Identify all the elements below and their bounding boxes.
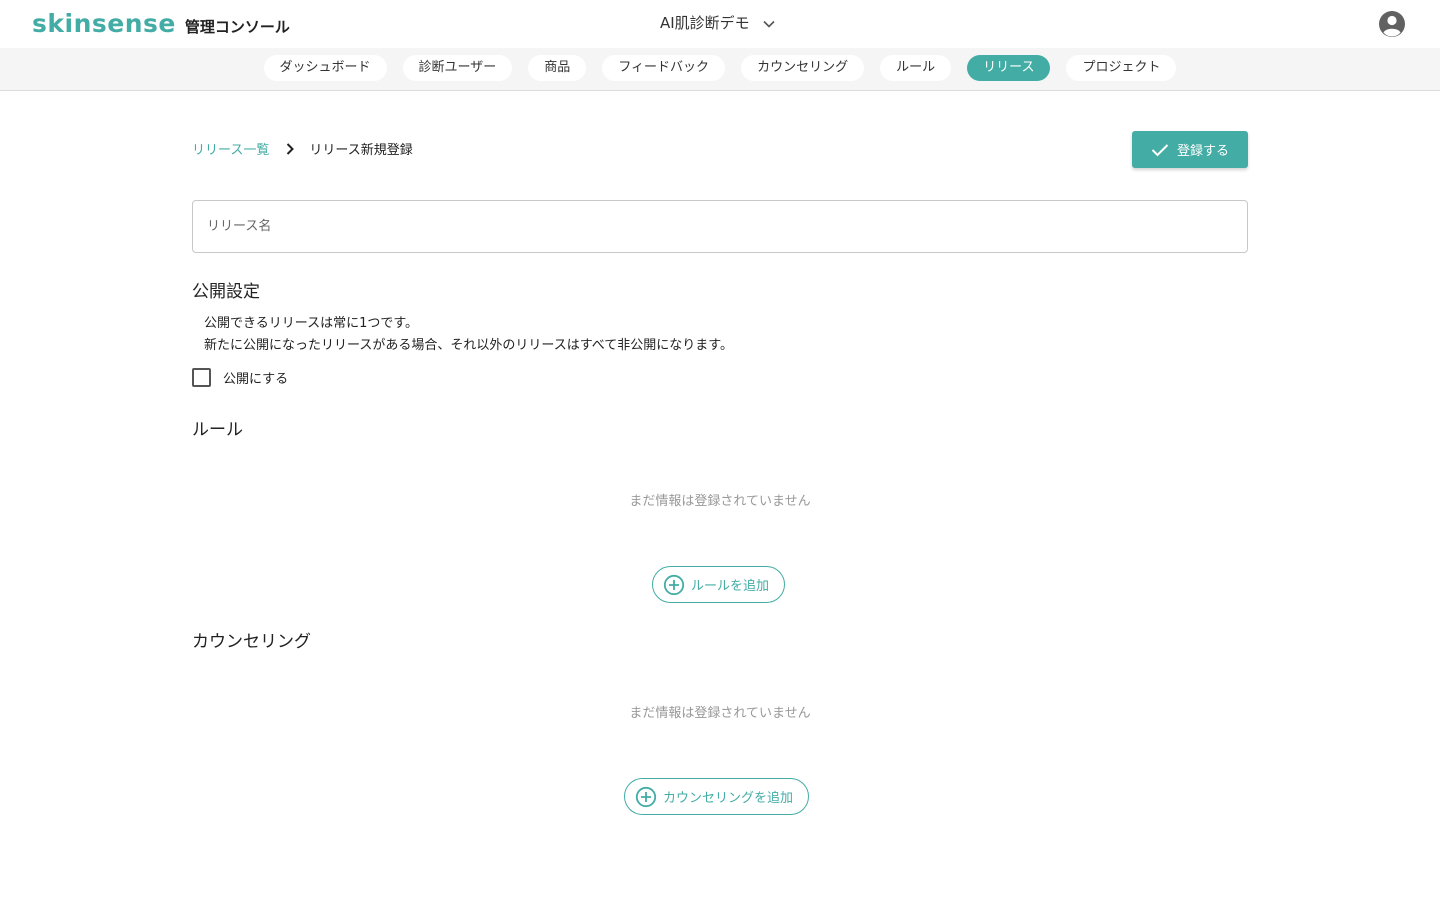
- rules-section-title: ルール: [192, 420, 243, 440]
- add-rule-button[interactable]: ルールを追加: [652, 566, 786, 603]
- brand[interactable]: skinsense 管理コンソール: [32, 9, 290, 38]
- tab-2[interactable]: 商品: [528, 55, 587, 81]
- publish-checkbox-label: 公開にする: [223, 372, 289, 387]
- add-circle-icon: [663, 574, 685, 595]
- add-circle-icon: [635, 786, 657, 807]
- counseling-section-title: カウンセリング: [192, 632, 311, 652]
- publish-notice: 公開できるリリースは常に1つです。 新たに公開になったリリースがある場合、それ以…: [204, 313, 733, 357]
- tab-7[interactable]: プロジェクト: [1066, 55, 1177, 81]
- publish-notice-line1: 公開できるリリースは常に1つです。: [204, 316, 419, 331]
- brand-logo[interactable]: skinsense: [32, 9, 176, 38]
- register-button-label: 登録する: [1176, 143, 1229, 158]
- publish-checkbox[interactable]: [192, 368, 211, 387]
- chevron-down-icon: [762, 16, 776, 30]
- app-header: skinsense 管理コンソール AI肌診断デモ: [0, 0, 1440, 48]
- tab-1[interactable]: 診断ユーザー: [402, 55, 513, 81]
- chevron-right-icon: [285, 142, 295, 156]
- check-icon: [1151, 143, 1169, 156]
- publish-settings-title: 公開設定: [192, 282, 260, 302]
- rules-empty-message: まだ情報は登録されていません: [629, 494, 811, 509]
- tab-3[interactable]: フィードバック: [602, 55, 726, 81]
- main-nav: ダッシュボード 診断ユーザー 商品 フィードバック カウンセリング ルール リリース プロジェ…: [0, 48, 1440, 91]
- publish-notice-line2: 新たに公開になったリリースがある場合、それ以外のリリースはすべて非公開になります…: [204, 338, 733, 353]
- add-counseling-button[interactable]: カウンセリングを追加: [624, 778, 810, 815]
- console-title: 管理コンソール: [184, 18, 290, 36]
- release-name-input[interactable]: [192, 200, 1248, 253]
- tab-0[interactable]: ダッシュボード: [263, 55, 387, 81]
- tab-6[interactable]: リリース: [967, 55, 1051, 81]
- nav-tabs: ダッシュボード 診断ユーザー 商品 フィードバック カウンセリング ルール リリース プロジェ…: [0, 55, 1440, 81]
- tab-4[interactable]: カウンセリング: [741, 55, 865, 81]
- project-name: AI肌診断デモ: [660, 14, 750, 32]
- publish-checkbox-row[interactable]: 公開にする: [192, 368, 288, 387]
- breadcrumb: リリース一覧 リリース新規登録: [192, 139, 413, 158]
- counseling-empty-message: まだ情報は登録されていません: [629, 706, 811, 721]
- breadcrumb-release-list[interactable]: リリース一覧: [192, 139, 269, 158]
- breadcrumb-current: リリース新規登録: [309, 143, 413, 158]
- account-circle-icon[interactable]: [1378, 10, 1406, 38]
- project-selector[interactable]: AI肌診断デモ: [660, 12, 776, 33]
- add-rule-label: ルールを追加: [691, 579, 770, 594]
- register-button[interactable]: 登録する: [1132, 131, 1248, 168]
- add-counseling-label: カウンセリングを追加: [663, 791, 794, 806]
- tab-5[interactable]: ルール: [880, 55, 952, 81]
